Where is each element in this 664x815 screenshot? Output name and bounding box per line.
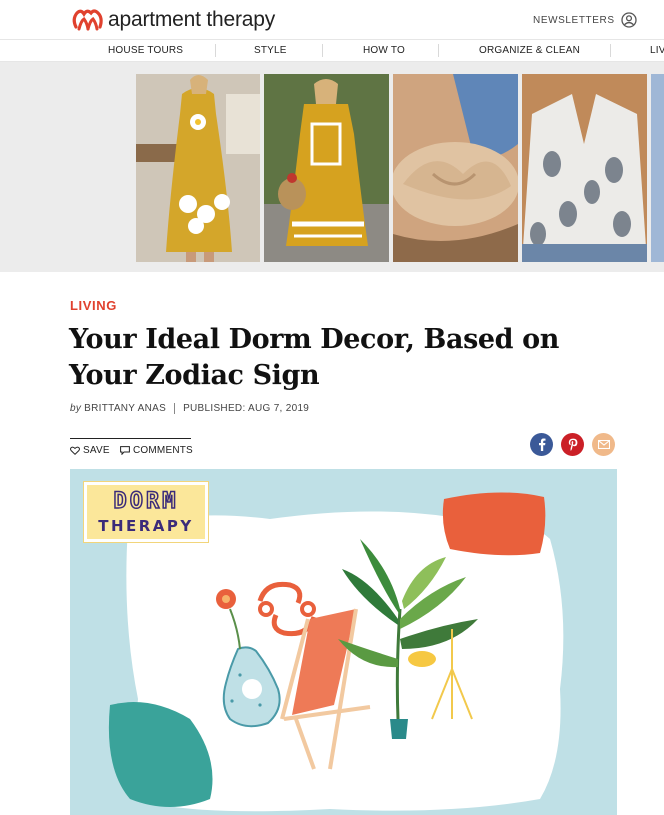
nav-item-living[interactable]: LIV [650,45,664,56]
ad-banner[interactable] [0,62,664,272]
article-category[interactable]: LIVING [70,298,117,313]
yellow-print-dress-photo[interactable] [264,74,389,262]
actions-divider [70,438,191,439]
save-label: SAVE [83,445,110,456]
nav-divider [215,44,216,57]
comment-icon [120,446,130,455]
heart-icon [70,446,80,455]
badge-line-1: DORM [113,488,179,515]
dress-illustration [264,74,389,262]
nav-item-how-to[interactable]: HOW TO [363,45,405,56]
yellow-daisy-dress-photo[interactable] [136,74,260,262]
partial-product-photo[interactable] [651,74,664,262]
article-title: Your Ideal Dorm Decor, Based on Your Zod… [69,324,559,391]
polka-dot-blouse-photo[interactable] [522,74,647,262]
author-link[interactable]: BRITTANY ANAS [84,403,166,414]
facebook-icon [538,438,545,451]
pinterest-icon [568,438,577,451]
badge-line-2: THERAPY [98,517,194,535]
nav-divider [438,44,439,57]
email-share-button[interactable] [592,433,615,456]
dress-illustration [136,74,260,262]
blouse-illustration [522,74,647,262]
pinterest-share-button[interactable] [561,433,584,456]
main-nav: HOUSE TOURS STYLE HOW TO ORGANIZE & CLEA… [0,40,664,62]
publish-date: PUBLISHED: AUG 7, 2019 [183,403,310,414]
nav-item-organize-clean[interactable]: ORGANIZE & CLEAN [479,45,580,56]
email-icon [597,440,610,449]
nav-divider [322,44,323,57]
comments-label: COMMENTS [133,445,193,456]
byline-prefix: by [70,403,82,414]
sandal-illustration [393,74,518,262]
nav-divider [610,44,611,57]
byline-divider [174,403,176,414]
facebook-share-button[interactable] [530,433,553,456]
user-circle-icon[interactable] [621,12,637,28]
nav-item-style[interactable]: STYLE [254,45,287,56]
article-byline: by BRITTANY ANAS PUBLISHED: AUG 7, 2019 [70,403,309,414]
dorm-therapy-badge: DORM THERAPY [84,482,208,542]
brand-name: apartment therapy [108,8,276,31]
comments-button[interactable]: COMMENTS [120,445,193,456]
site-logo[interactable]: apartment therapy [70,7,275,33]
nav-item-house-tours[interactable]: HOUSE TOURS [108,45,183,56]
logo-mark-icon [72,9,103,31]
save-button[interactable]: SAVE [70,445,110,456]
tan-slide-sandal-photo[interactable] [393,74,518,262]
newsletters-link[interactable]: NEWSLETTERS [533,15,615,26]
site-header: apartment therapy NEWSLETTERS [0,0,664,40]
